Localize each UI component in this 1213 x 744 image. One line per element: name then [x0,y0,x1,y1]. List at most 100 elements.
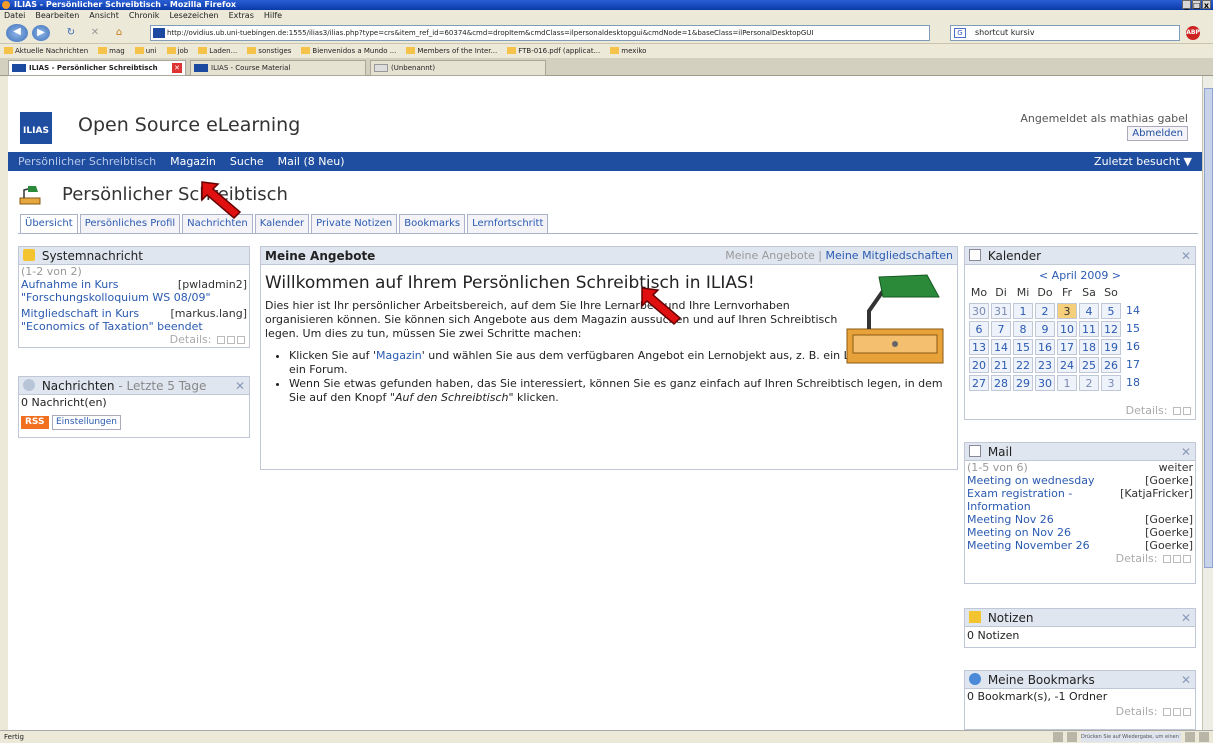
bookmark-item[interactable]: Members of the Inter... [406,44,497,58]
bookmark-item[interactable]: uni [135,44,157,58]
close-block-icon[interactable]: ✕ [1181,443,1191,461]
week-number[interactable]: 17 [1123,357,1143,373]
nav-desktop[interactable]: Persönlicher Schreibtisch [18,152,156,171]
rss-button[interactable]: RSS [21,416,49,429]
calendar-day[interactable]: 1 [1057,375,1077,391]
close-block-icon[interactable]: ✕ [235,377,245,395]
calendar-day[interactable]: 11 [1079,321,1099,337]
message-title-link[interactable]: Aufnahme in Kurs [21,278,118,291]
menu-ansicht[interactable]: Ansicht [89,10,119,22]
week-number[interactable]: 14 [1123,303,1143,319]
details-level-2-icon[interactable] [1173,555,1181,563]
bookmark-item[interactable]: mag [98,44,125,58]
back-icon[interactable]: ◀ [6,24,28,42]
bookmark-item[interactable]: sonstiges [247,44,291,58]
close-button[interactable]: x [1202,0,1211,10]
calendar-day[interactable]: 18 [1079,339,1099,355]
minimize-button[interactable]: _ [1182,0,1191,10]
calendar-day[interactable]: 3 [1101,375,1121,391]
calendar-day[interactable]: 15 [1013,339,1033,355]
list-item[interactable]: Aufnahme in Kurs [pwladmin2] [19,278,249,291]
tab-profil[interactable]: Persönliches Profil [79,214,181,234]
details-level-3-icon[interactable] [1183,708,1191,716]
mail-subject-link[interactable]: Meeting November 26 [967,539,1090,552]
mail-subject-link[interactable]: Exam registration - Information [967,487,1087,513]
calendar-day[interactable]: 7 [991,321,1011,337]
mail-subject-link[interactable]: Meeting on wednesday [967,474,1095,487]
page-scrollbar[interactable] [1202,76,1213,730]
calendar-day[interactable]: 8 [1013,321,1033,337]
menu-lesezeichen[interactable]: Lesezeichen [169,10,218,22]
calendar-day[interactable]: 19 [1101,339,1121,355]
tab-my-memberships[interactable]: Meine Mitgliedschaften [826,249,953,262]
calendar-day[interactable]: 30 [1035,375,1055,391]
ilias-logo[interactable]: ILIAS [20,112,52,144]
browser-tab-unnamed[interactable]: (Unbenannt) [370,60,546,76]
menu-hilfe[interactable]: Hilfe [264,10,282,22]
details-level-1-icon[interactable] [217,336,225,344]
close-block-icon[interactable]: ✕ [1181,609,1191,627]
week-number[interactable]: 15 [1123,321,1143,337]
close-block-icon[interactable]: ✕ [1181,247,1191,265]
tab-my-offers[interactable]: Meine Angebote [725,249,815,262]
settings-button[interactable]: Einstellungen [52,415,122,430]
details-level-1-icon[interactable] [1163,708,1171,716]
details-level-3-icon[interactable] [237,336,245,344]
calendar-day[interactable]: 23 [1035,357,1055,373]
logout-button[interactable]: Abmelden [1127,126,1188,141]
maximize-button[interactable]: □ [1192,0,1201,10]
recently-visited-menu[interactable]: Zuletzt besucht ▼ [1094,152,1192,171]
browser-tab-desktop[interactable]: ILIAS - Persönlicher Schreibtisch ✕ [8,60,186,76]
details-level-1-icon[interactable] [1173,407,1181,415]
message-title-link[interactable]: Mitgliedschaft in Kurs [21,307,139,320]
tab-kalender[interactable]: Kalender [254,214,310,234]
mail-subject-link[interactable]: Meeting Nov 26 [967,513,1054,526]
reload-icon[interactable]: ↻ [62,25,80,41]
week-number[interactable]: 18 [1123,375,1143,391]
details-level-3-icon[interactable] [1183,555,1191,563]
details-level-2-icon[interactable] [1173,708,1181,716]
calendar-day[interactable]: 29 [1013,375,1033,391]
calendar-day[interactable]: 5 [1101,303,1121,319]
scrollbar-thumb[interactable] [1204,88,1213,568]
bookmark-item[interactable]: FTB-016.pdf (applicat... [507,44,600,58]
calendar-day[interactable]: 25 [1079,357,1099,373]
forward-icon[interactable]: ▶ [32,25,50,41]
table-row[interactable]: Exam registration - Information [KatjaFr… [965,487,1195,513]
calendar-day[interactable]: 6 [969,321,989,337]
menu-bearbeiten[interactable]: Bearbeiten [35,10,79,22]
close-tab-icon[interactable]: ✕ [172,63,182,73]
calendar-day[interactable]: 24 [1057,357,1077,373]
bookmark-item[interactable]: Laden... [198,44,237,58]
list-item[interactable]: Mitgliedschaft in Kurs [markus.lang] [19,307,249,320]
home-icon[interactable]: ⌂ [110,25,128,41]
search-input[interactable]: G shortcut kursiv [950,25,1180,41]
mail-subject-link[interactable]: Meeting on Nov 26 [967,526,1071,539]
calendar-day[interactable]: 14 [991,339,1011,355]
calendar-day[interactable]: 20 [969,357,989,373]
tab-lernfortschritt[interactable]: Lernfortschritt [467,214,549,234]
calendar-day[interactable]: 28 [991,375,1011,391]
calendar-day[interactable]: 27 [969,375,989,391]
calendar-day[interactable]: 21 [991,357,1011,373]
calendar-day[interactable]: 22 [1013,357,1033,373]
nav-magazin[interactable]: Magazin [170,152,216,171]
bookmark-item[interactable]: mexiko [610,44,646,58]
nav-mail[interactable]: Mail (8 Neu) [278,152,345,171]
volume-icon[interactable] [1185,732,1195,742]
calendar-day[interactable]: 17 [1057,339,1077,355]
menu-chronik[interactable]: Chronik [129,10,160,22]
bookmark-item[interactable]: Aktuelle Nachrichten [4,44,88,58]
calendar-day[interactable]: 2 [1035,303,1055,319]
table-row[interactable]: Meeting November 26 [Goerke] [965,539,1195,552]
message-subtitle[interactable]: "Forschungskolloquium WS 08/09" [19,291,249,304]
browser-tab-course-material[interactable]: ILIAS - Course Material [190,60,366,76]
bookmark-item[interactable]: Bienvenidos a Mundo ... [301,44,396,58]
calendar-day[interactable]: 4 [1079,303,1099,319]
adblock-icon[interactable]: ABP [1186,26,1200,40]
menu-datei[interactable]: Datei [4,10,25,22]
calendar-day[interactable]: 1 [1013,303,1033,319]
calendar-day[interactable]: 13 [969,339,989,355]
calendar-day[interactable]: 16 [1035,339,1055,355]
close-block-icon[interactable]: ✕ [1181,671,1191,689]
